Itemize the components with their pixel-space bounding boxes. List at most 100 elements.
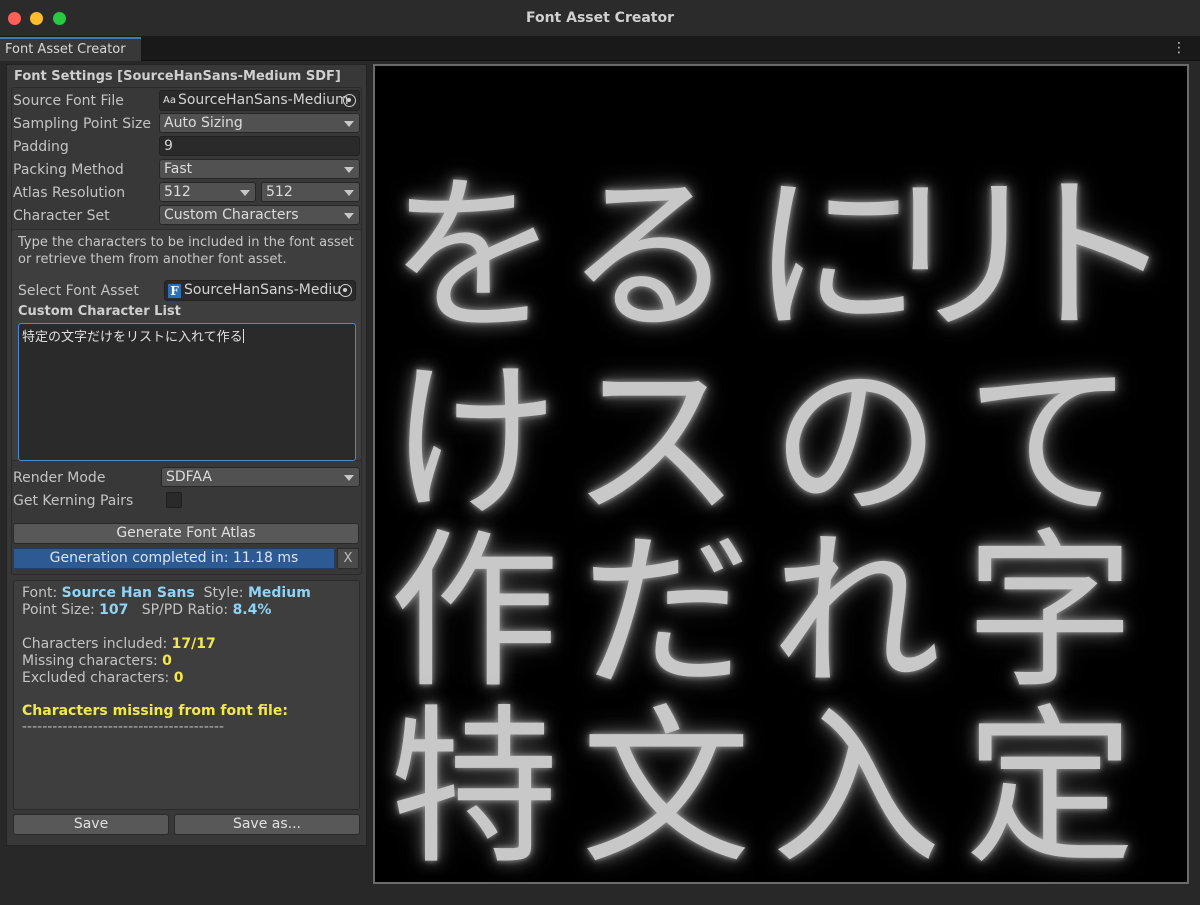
output-info-box: Font: Source Han Sans Style: Medium Poin… xyxy=(13,580,360,810)
chevron-down-icon xyxy=(344,190,354,196)
custom-characters-box: Type the characters to be included in th… xyxy=(11,229,362,461)
font-value: Source Han Sans xyxy=(61,585,195,601)
chevron-down-icon xyxy=(240,190,250,196)
missing-line: Missing characters: 0 xyxy=(22,653,172,670)
section-title: Font Settings [SourceHanSans-Medium SDF] xyxy=(14,69,341,84)
atlas-row: け ス の て xyxy=(375,348,1187,538)
point-size-value: 107 xyxy=(99,602,129,618)
help-text: Type the characters to be included in th… xyxy=(18,235,354,267)
packing-method-label: Packing Method xyxy=(13,162,124,178)
included-label: Characters included: xyxy=(22,636,172,652)
atlas-glyph: 文 xyxy=(580,690,751,884)
packing-method-value: Fast xyxy=(164,161,193,177)
character-set-value: Custom Characters xyxy=(164,207,299,223)
object-picker-icon[interactable] xyxy=(343,94,356,107)
atlas-width-value: 512 xyxy=(164,184,191,200)
text-cursor xyxy=(242,329,244,343)
character-set-row: Character Set Custom Characters xyxy=(13,205,363,226)
render-mode-value: SDFAA xyxy=(166,469,212,485)
atlas-glyph: ス xyxy=(570,344,741,542)
atlas-glyph: れ xyxy=(770,514,941,712)
font-info-line: Font: Source Han Sans Style: Medium xyxy=(22,585,311,602)
missing-from-file-heading: Characters missing from font file: xyxy=(22,703,288,719)
more-options-icon[interactable]: ⋮ xyxy=(1172,40,1186,56)
atlas-glyph: る xyxy=(564,158,735,356)
sampling-point-size-label: Sampling Point Size xyxy=(13,116,151,132)
atlas-glyph: け xyxy=(388,344,559,542)
atlas-glyph: を xyxy=(388,158,559,356)
atlas-height-dropdown[interactable]: 512 xyxy=(261,182,360,202)
render-mode-dropdown[interactable]: SDFAA xyxy=(161,467,360,487)
character-set-label: Character Set xyxy=(13,208,110,224)
render-mode-label: Render Mode xyxy=(13,470,106,486)
settings-panel: Font Settings [SourceHanSans-Medium SDF]… xyxy=(6,64,367,846)
point-size-line: Point Size: 107 SP/PD Ratio: 8.4% xyxy=(22,602,271,619)
object-picker-icon[interactable] xyxy=(339,284,352,297)
tab-strip: Font Asset Creator ⋮ xyxy=(0,37,1200,61)
chevron-down-icon xyxy=(344,167,354,173)
atlas-row: を る に リ ト xyxy=(375,162,1187,352)
source-font-file-value: SourceHanSans-Medium xyxy=(177,92,349,108)
included-value: 17/17 xyxy=(171,636,216,652)
atlas-resolution-row: Atlas Resolution 512 512 xyxy=(13,182,363,203)
title-bar: Font Asset Creator xyxy=(0,0,1200,37)
missing-label: Missing characters: xyxy=(22,653,163,669)
atlas-glyph: だ xyxy=(580,514,751,712)
style-label: Style: xyxy=(203,585,248,601)
padding-row: Padding 9 xyxy=(13,136,363,157)
custom-character-list-input[interactable]: 特定の文字だけをリストに入れて作る xyxy=(18,323,356,461)
sampling-point-size-value: Auto Sizing xyxy=(164,115,243,131)
source-font-file-field[interactable]: Aa SourceHanSans-Medium xyxy=(159,90,360,111)
kerning-pairs-row: Get Kerning Pairs xyxy=(13,490,363,511)
atlas-width-dropdown[interactable]: 512 xyxy=(159,182,256,202)
atlas-row: 特 文 入 定 xyxy=(375,690,1187,884)
chevron-down-icon xyxy=(344,475,354,481)
sampling-point-size-dropdown[interactable]: Auto Sizing xyxy=(159,113,360,133)
atlas-glyph: 入 xyxy=(770,690,941,884)
atlas-height-value: 512 xyxy=(266,184,293,200)
included-line: Characters included: 17/17 xyxy=(22,636,216,653)
select-font-asset-label: Select Font Asset xyxy=(18,283,139,299)
ratio-value: 8.4% xyxy=(232,602,272,618)
tab-font-asset-creator[interactable]: Font Asset Creator xyxy=(0,37,141,61)
get-kerning-pairs-checkbox[interactable] xyxy=(166,492,182,508)
atlas-glyph: て xyxy=(964,344,1135,542)
atlas-glyph: 作 xyxy=(388,514,559,712)
custom-character-list-value: 特定の文字だけをリストに入れて作る xyxy=(22,330,243,345)
chevron-down-icon xyxy=(344,121,354,127)
window-title: Font Asset Creator xyxy=(525,10,675,26)
dismiss-progress-button[interactable]: X xyxy=(337,548,359,569)
select-font-asset-value: SourceHanSans-Mediu xyxy=(184,282,342,298)
get-kerning-pairs-label: Get Kerning Pairs xyxy=(13,493,134,509)
excluded-line: Excluded characters: 0 xyxy=(22,670,183,687)
source-font-file-label: Source Font File xyxy=(13,93,124,109)
padding-input[interactable]: 9 xyxy=(159,136,360,156)
save-as-button[interactable]: Save as... xyxy=(174,814,360,835)
packing-method-dropdown[interactable]: Fast xyxy=(159,159,360,179)
point-size-label: Point Size: xyxy=(22,602,100,618)
character-set-dropdown[interactable]: Custom Characters xyxy=(159,205,360,225)
separator-line: ---------------------------------------- xyxy=(22,719,225,735)
render-mode-row: Render Mode SDFAA xyxy=(13,467,363,488)
sampling-point-size-row: Sampling Point Size Auto Sizing xyxy=(13,113,363,134)
custom-character-list-label: Custom Character List xyxy=(18,304,181,319)
chevron-down-icon xyxy=(344,213,354,219)
atlas-glyph: 特 xyxy=(388,690,559,884)
atlas-glyph: ト xyxy=(1004,158,1175,356)
atlas-row: 作 だ れ 字 xyxy=(375,518,1187,708)
generate-font-atlas-button[interactable]: Generate Font Atlas xyxy=(13,523,359,544)
atlas-resolution-label: Atlas Resolution xyxy=(13,185,126,201)
excluded-value: 0 xyxy=(173,670,184,686)
select-font-asset-field[interactable]: F SourceHanSans-Mediu xyxy=(164,280,356,301)
atlas-glyph: 定 xyxy=(964,690,1135,884)
ratio-label: SP/PD Ratio: xyxy=(141,602,233,618)
style-value: Medium xyxy=(247,585,311,601)
excluded-label: Excluded characters: xyxy=(22,670,174,686)
packing-method-row: Packing Method Fast xyxy=(13,159,363,180)
padding-label: Padding xyxy=(13,139,69,155)
save-button[interactable]: Save xyxy=(13,814,169,835)
font-file-icon: Aa xyxy=(163,95,176,106)
generation-progress-bar: Generation completed in: 11.18 ms xyxy=(13,548,335,569)
atlas-glyph: 字 xyxy=(964,514,1135,712)
font-label: Font: xyxy=(22,585,62,601)
